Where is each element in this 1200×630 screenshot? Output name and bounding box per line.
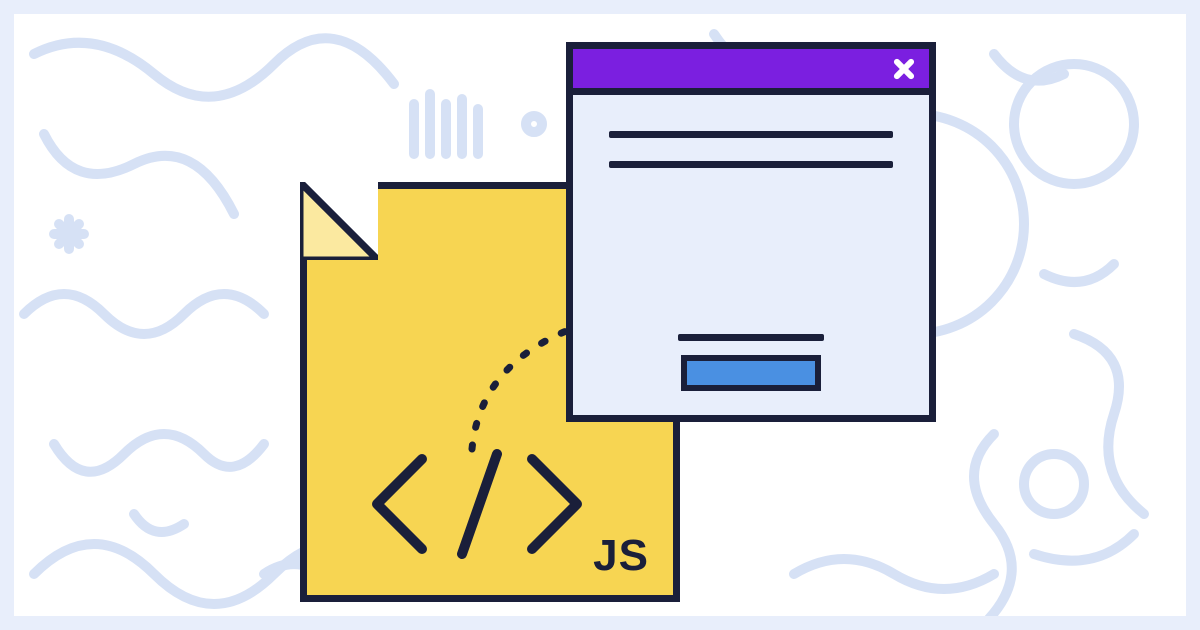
- file-fold-corner-icon: [300, 182, 378, 260]
- primary-button[interactable]: [681, 355, 821, 391]
- code-tag-icon: [367, 444, 587, 564]
- dialog-window: [566, 42, 936, 422]
- close-icon[interactable]: [891, 56, 917, 82]
- window-titlebar: [573, 49, 929, 95]
- input-underline-icon: [678, 334, 824, 341]
- text-line-icon: [609, 131, 893, 138]
- file-extension-label: JS: [593, 531, 649, 581]
- window-body: [573, 95, 929, 415]
- text-line-icon: [609, 161, 893, 168]
